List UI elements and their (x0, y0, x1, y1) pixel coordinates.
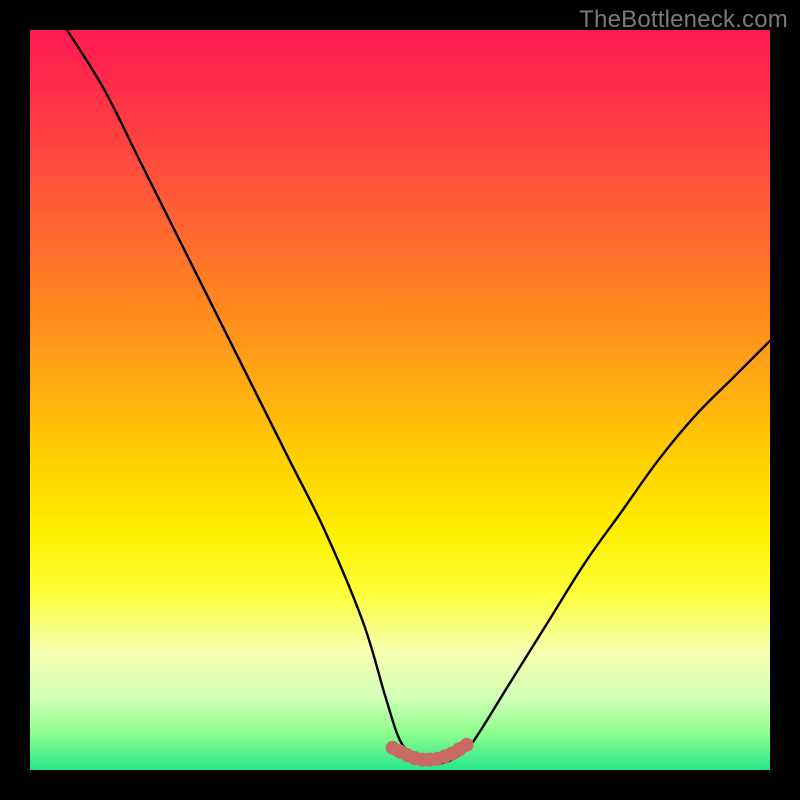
curve-svg (30, 30, 770, 770)
bottleneck-curve (67, 30, 770, 764)
plot-area (30, 30, 770, 770)
optimal-band-dot (460, 738, 474, 752)
chart-frame: TheBottleneck.com (0, 0, 800, 800)
optimal-band-markers (386, 738, 474, 767)
